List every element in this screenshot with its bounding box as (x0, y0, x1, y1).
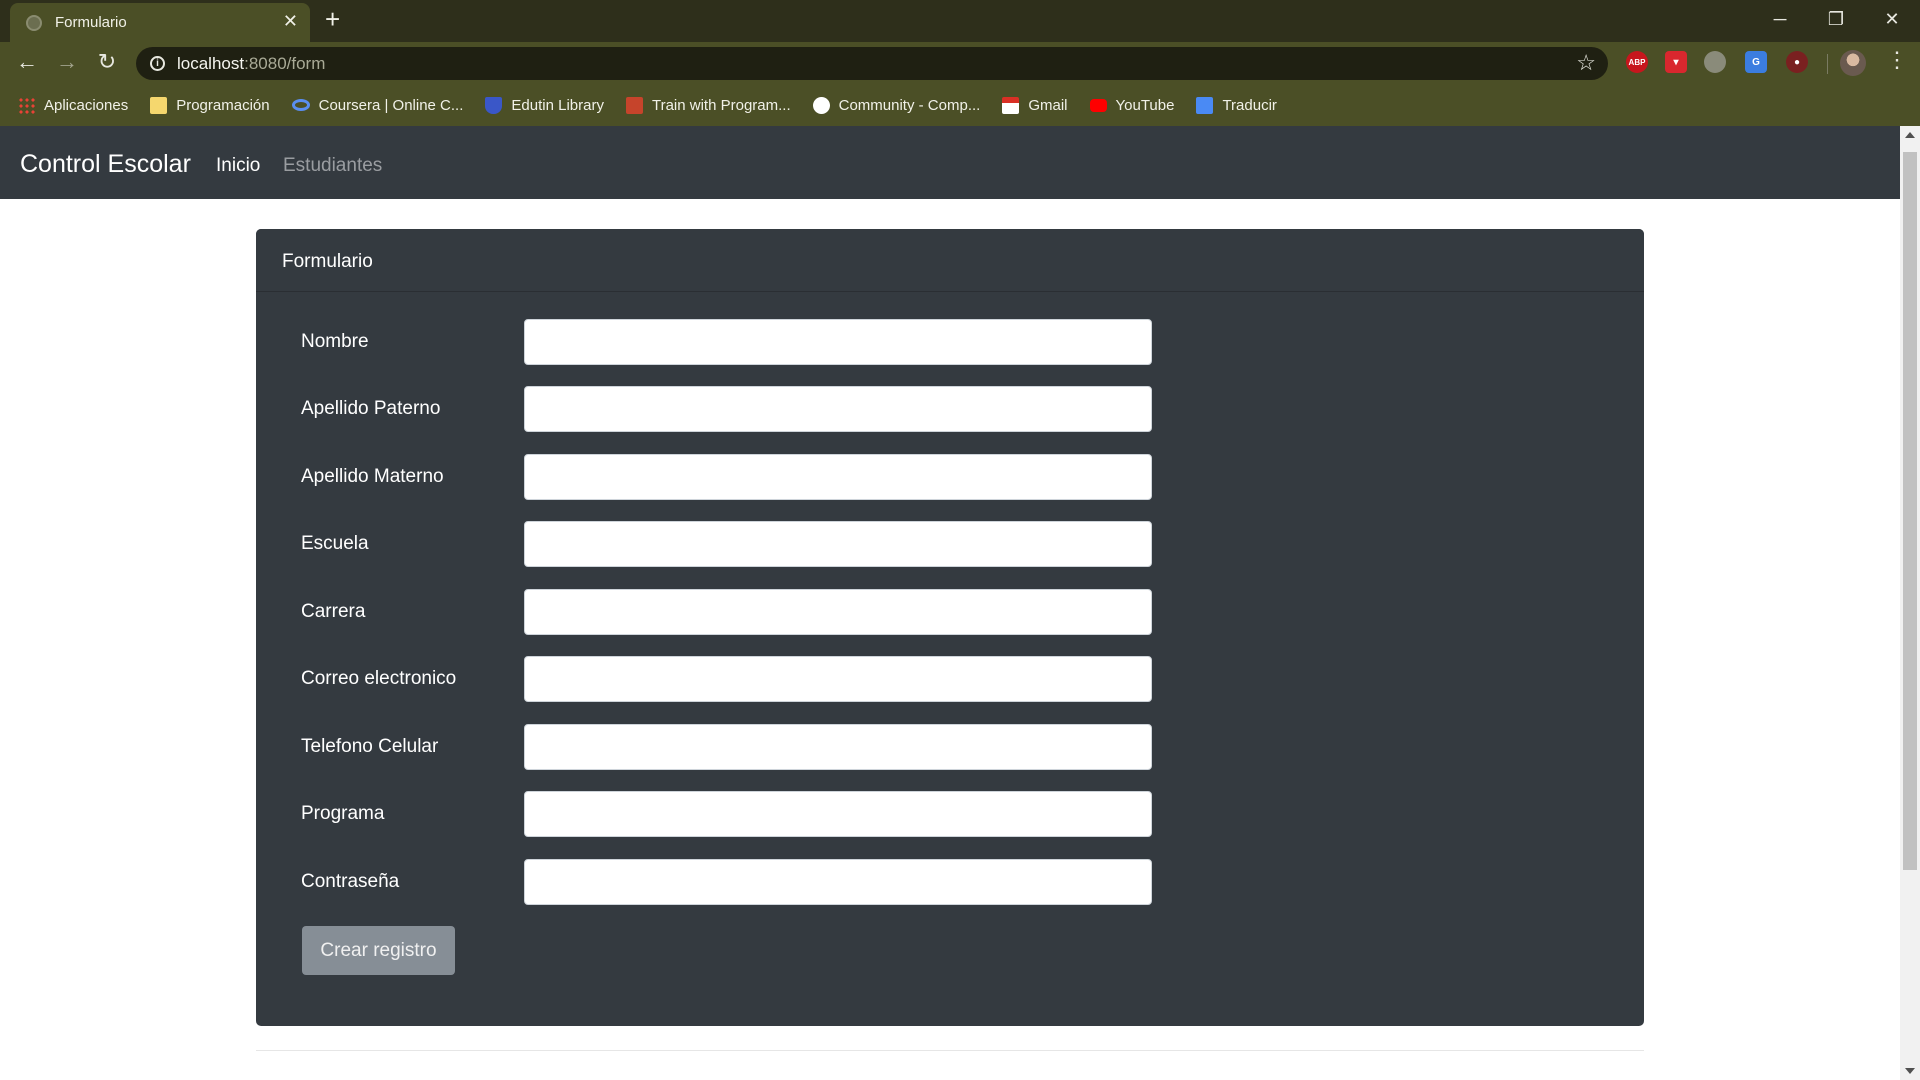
navbar-brand[interactable]: Control Escolar (20, 150, 191, 179)
translate-icon (1196, 96, 1214, 114)
window-controls: ─ ❐ ✕ (1752, 0, 1920, 38)
field-apellido-paterno: Apellido Paterno (256, 386, 1644, 434)
browser-tab-bar: Formulario ✕ + ─ ❐ ✕ (0, 0, 1920, 42)
field-apellido-materno: Apellido Materno (256, 454, 1644, 502)
forward-arrow-icon[interactable]: → (53, 50, 81, 74)
adblock-extension-icon[interactable]: ABP (1626, 51, 1648, 73)
pocket-extension-icon[interactable]: ▾ (1665, 51, 1687, 73)
reload-icon[interactable]: ↻ (93, 50, 121, 74)
menu-dots-icon[interactable]: ⋮ (1886, 49, 1908, 71)
page-scrollbar[interactable] (1900, 126, 1920, 1080)
new-tab-button[interactable]: + (325, 6, 340, 32)
bookmark-label: Edutin Library (511, 96, 604, 114)
field-label: Apellido Materno (301, 466, 444, 487)
youtube-icon (1089, 98, 1107, 112)
scroll-up-icon[interactable] (1905, 132, 1915, 138)
field-correo: Correo electronico (256, 656, 1644, 704)
gmail-icon (1002, 96, 1020, 114)
coursera-icon (291, 99, 310, 111)
bookmarks-bar: Aplicaciones Programación Coursera | Onl… (0, 84, 1920, 126)
translate-extension-icon[interactable]: G (1745, 51, 1767, 73)
globe-extension-icon[interactable] (1704, 51, 1726, 73)
nombre-input[interactable] (524, 319, 1152, 365)
scroll-down-icon[interactable] (1905, 1068, 1915, 1074)
bookmark-aplicaciones[interactable]: Aplicaciones (18, 96, 129, 114)
crear-registro-button[interactable]: Crear registro (302, 926, 455, 975)
field-label: Carrera (301, 601, 366, 622)
field-label: Telefono Celular (301, 736, 439, 757)
bookmark-label: Aplicaciones (44, 96, 129, 114)
bookmark-gmail[interactable]: Gmail (1002, 96, 1068, 114)
field-label: Escuela (301, 533, 369, 554)
browser-toolbar: ← → ↻ i localhost:8080/form ☆ ABP ▾ G ● … (0, 42, 1920, 84)
bookmark-label: Coursera | Online C... (318, 96, 464, 114)
back-arrow-icon[interactable]: ← (13, 50, 41, 74)
field-label: Correo electronico (301, 668, 457, 689)
globe-icon (26, 15, 42, 31)
field-contrasena: Contraseña (256, 859, 1644, 907)
bookmark-label: Community - Comp... (838, 96, 981, 114)
close-tab-icon[interactable]: ✕ (283, 12, 298, 30)
bottom-divider (256, 1050, 1644, 1051)
apellido-materno-input[interactable] (524, 454, 1152, 500)
correo-input[interactable] (524, 656, 1152, 702)
bookmark-label: Train with Program... (651, 96, 791, 114)
url-host: localhost (177, 54, 245, 73)
browser-tab[interactable]: Formulario ✕ (10, 3, 310, 42)
field-label: Apellido Paterno (301, 398, 441, 419)
info-icon[interactable]: i (150, 56, 165, 71)
bookmark-youtube[interactable]: YouTube (1089, 96, 1175, 114)
nav-link-inicio[interactable]: Inicio (216, 155, 260, 177)
toolbar-divider (1827, 54, 1828, 74)
url-text[interactable]: localhost:8080/form (177, 54, 325, 74)
field-label: Programa (301, 803, 385, 824)
profile-avatar[interactable] (1840, 50, 1866, 76)
bookmark-label: Traducir (1222, 96, 1277, 114)
bookmark-star-icon[interactable]: ☆ (1576, 50, 1596, 76)
bookmark-traducir[interactable]: Traducir (1196, 96, 1277, 114)
programa-input[interactable] (524, 791, 1152, 837)
tab-title: Formulario (55, 14, 127, 31)
form-card: Formulario Nombre Apellido Paterno Apell… (256, 229, 1644, 1026)
field-programa: Programa (256, 791, 1644, 839)
bookmark-programacion[interactable]: Programación (150, 96, 270, 114)
apps-icon (18, 96, 35, 114)
scroll-thumb[interactable] (1903, 152, 1917, 870)
bookmark-coursera[interactable]: Coursera | Online C... (291, 96, 464, 114)
url-path: :8080/form (244, 54, 326, 73)
field-telefono: Telefono Celular (256, 724, 1644, 772)
close-window-button[interactable]: ✕ (1864, 0, 1920, 38)
field-carrera: Carrera (256, 589, 1644, 637)
contrasena-input[interactable] (524, 859, 1152, 905)
edutin-icon (485, 96, 503, 114)
page-content: Control Escolar Inicio Estudiantes Formu… (0, 126, 1900, 1080)
bookmark-community[interactable]: Community - Comp... (812, 96, 981, 114)
escuela-input[interactable] (524, 521, 1152, 567)
card-header: Formulario (256, 229, 1644, 292)
folder-icon (150, 96, 168, 114)
carrera-input[interactable] (524, 589, 1152, 635)
field-nombre: Nombre (256, 319, 1644, 367)
field-label: Nombre (301, 331, 369, 352)
minimize-button[interactable]: ─ (1752, 0, 1808, 38)
train-icon (625, 96, 643, 114)
apellido-paterno-input[interactable] (524, 386, 1152, 432)
record-extension-icon[interactable]: ● (1786, 51, 1808, 73)
bookmark-label: Gmail (1028, 96, 1068, 114)
address-bar[interactable]: i localhost:8080/form ☆ (136, 47, 1608, 80)
nav-link-estudiantes[interactable]: Estudiantes (283, 155, 382, 177)
community-icon (812, 96, 830, 114)
bookmark-edutin[interactable]: Edutin Library (485, 96, 604, 114)
bookmark-label: Programación (176, 96, 270, 114)
app-navbar: Control Escolar Inicio Estudiantes (0, 126, 1900, 199)
field-label: Contraseña (301, 871, 400, 892)
bookmark-train[interactable]: Train with Program... (625, 96, 791, 114)
telefono-input[interactable] (524, 724, 1152, 770)
bookmark-label: YouTube (1115, 96, 1175, 114)
restore-button[interactable]: ❐ (1808, 0, 1864, 38)
field-escuela: Escuela (256, 521, 1644, 569)
